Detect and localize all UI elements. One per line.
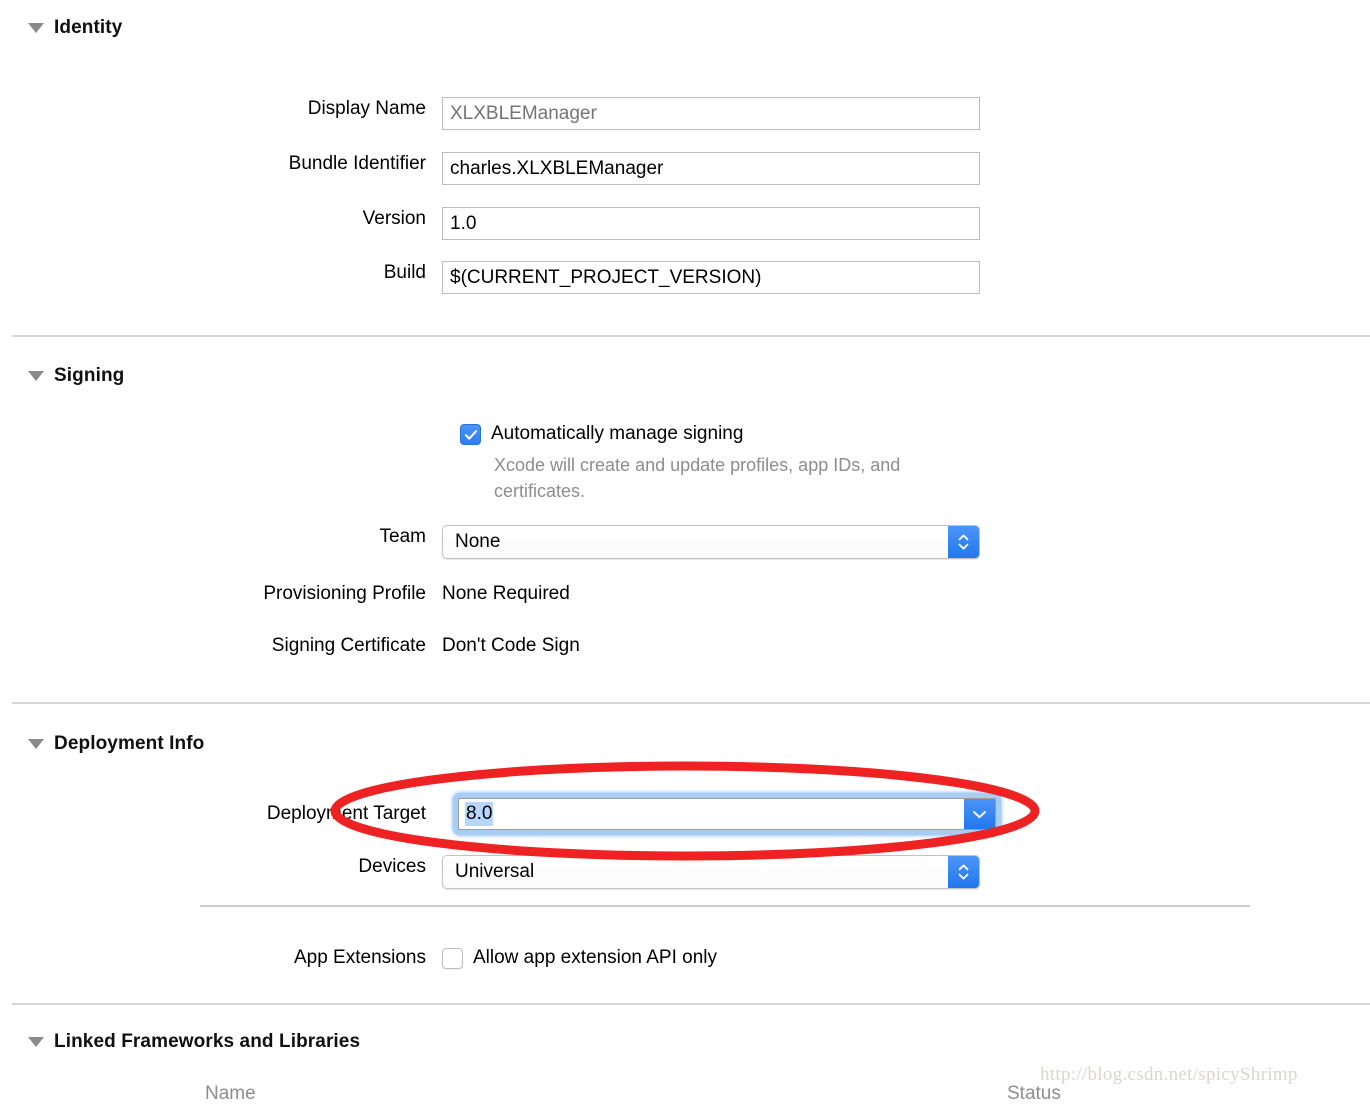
devices-popup-button[interactable]: Universal: [442, 855, 980, 889]
section-header-deployment-info[interactable]: Deployment Info: [28, 732, 204, 756]
row-app-extensions: App Extensions Allow app extension API o…: [0, 946, 717, 970]
row-team: Team None: [0, 525, 980, 559]
label-signing-certificate: Signing Certificate: [271, 635, 426, 656]
divider-deployment-frameworks: [12, 1003, 1370, 1005]
row-build: Build: [0, 261, 980, 294]
section-header-identity[interactable]: Identity: [28, 16, 122, 40]
section-header-signing[interactable]: Signing: [28, 364, 124, 388]
deployment-target-focus-ring: 8.0: [453, 793, 1001, 835]
deployment-target-combobox[interactable]: 8.0: [458, 798, 996, 830]
divider-devices-extensions: [200, 905, 1250, 907]
row-provisioning-profile: Provisioning Profile None Required: [0, 582, 570, 606]
section-title-deployment-info: Deployment Info: [54, 733, 205, 754]
row-deployment-target: Deployment Target: [0, 802, 442, 826]
row-version: Version: [0, 207, 980, 240]
watermark-text: http://blog.csdn.net/spicyShrimp: [1040, 1064, 1298, 1085]
row-devices: Devices Universal: [0, 855, 980, 889]
label-deployment-target: Deployment Target: [266, 803, 426, 824]
divider-identity-signing: [12, 335, 1370, 337]
value-signing-certificate: Don't Code Sign: [442, 635, 580, 656]
team-popup-button[interactable]: None: [442, 525, 980, 559]
triangle-down-icon[interactable]: [28, 371, 44, 381]
chevron-down-icon[interactable]: [964, 799, 995, 829]
triangle-down-icon[interactable]: [28, 739, 44, 749]
divider-signing-deployment: [12, 702, 1370, 704]
row-signing-certificate: Signing Certificate Don't Code Sign: [0, 634, 580, 658]
section-title-linked-frameworks: Linked Frameworks and Libraries: [54, 1031, 361, 1052]
team-popup-value: None: [455, 531, 501, 552]
chevron-updown-icon[interactable]: [948, 526, 979, 558]
label-team: Team: [379, 526, 426, 547]
build-input[interactable]: [442, 261, 980, 294]
row-bundle-identifier: Bundle Identifier: [0, 152, 980, 185]
checkbox-auto-manage-signing[interactable]: [460, 424, 481, 445]
display-name-input[interactable]: [442, 97, 980, 130]
triangle-down-icon[interactable]: [28, 23, 44, 33]
chevron-updown-icon[interactable]: [948, 856, 979, 888]
section-title-identity: Identity: [54, 17, 123, 38]
deployment-target-value: 8.0: [465, 802, 494, 826]
auto-manage-signing-help-text: Xcode will create and update profiles, a…: [494, 455, 901, 501]
label-version: Version: [362, 208, 426, 229]
section-title-signing: Signing: [54, 365, 125, 386]
label-display-name: Display Name: [307, 98, 426, 119]
label-bundle-identifier: Bundle Identifier: [288, 153, 426, 174]
label-devices: Devices: [358, 856, 426, 877]
checkmark-icon: [464, 429, 477, 440]
label-build: Build: [383, 262, 426, 283]
row-display-name: Display Name: [0, 97, 980, 130]
version-input[interactable]: [442, 207, 980, 240]
label-provisioning-profile: Provisioning Profile: [263, 583, 426, 604]
triangle-down-icon[interactable]: [28, 1037, 44, 1047]
devices-popup-value: Universal: [455, 861, 535, 882]
value-provisioning-profile: None Required: [442, 583, 570, 604]
bundle-identifier-input[interactable]: [442, 152, 980, 185]
label-allow-app-extension-api-only: Allow app extension API only: [473, 947, 717, 968]
target-settings-pane: Identity Display Name Bundle Identifier …: [0, 0, 1370, 1104]
label-app-extensions: App Extensions: [293, 947, 426, 968]
label-auto-manage-signing: Automatically manage signing: [491, 423, 744, 444]
auto-manage-signing-checkbox-row[interactable]: Automatically manage signing: [460, 422, 743, 446]
checkbox-allow-app-extension-api-only[interactable]: [442, 948, 463, 969]
section-header-linked-frameworks[interactable]: Linked Frameworks and Libraries: [28, 1030, 360, 1054]
